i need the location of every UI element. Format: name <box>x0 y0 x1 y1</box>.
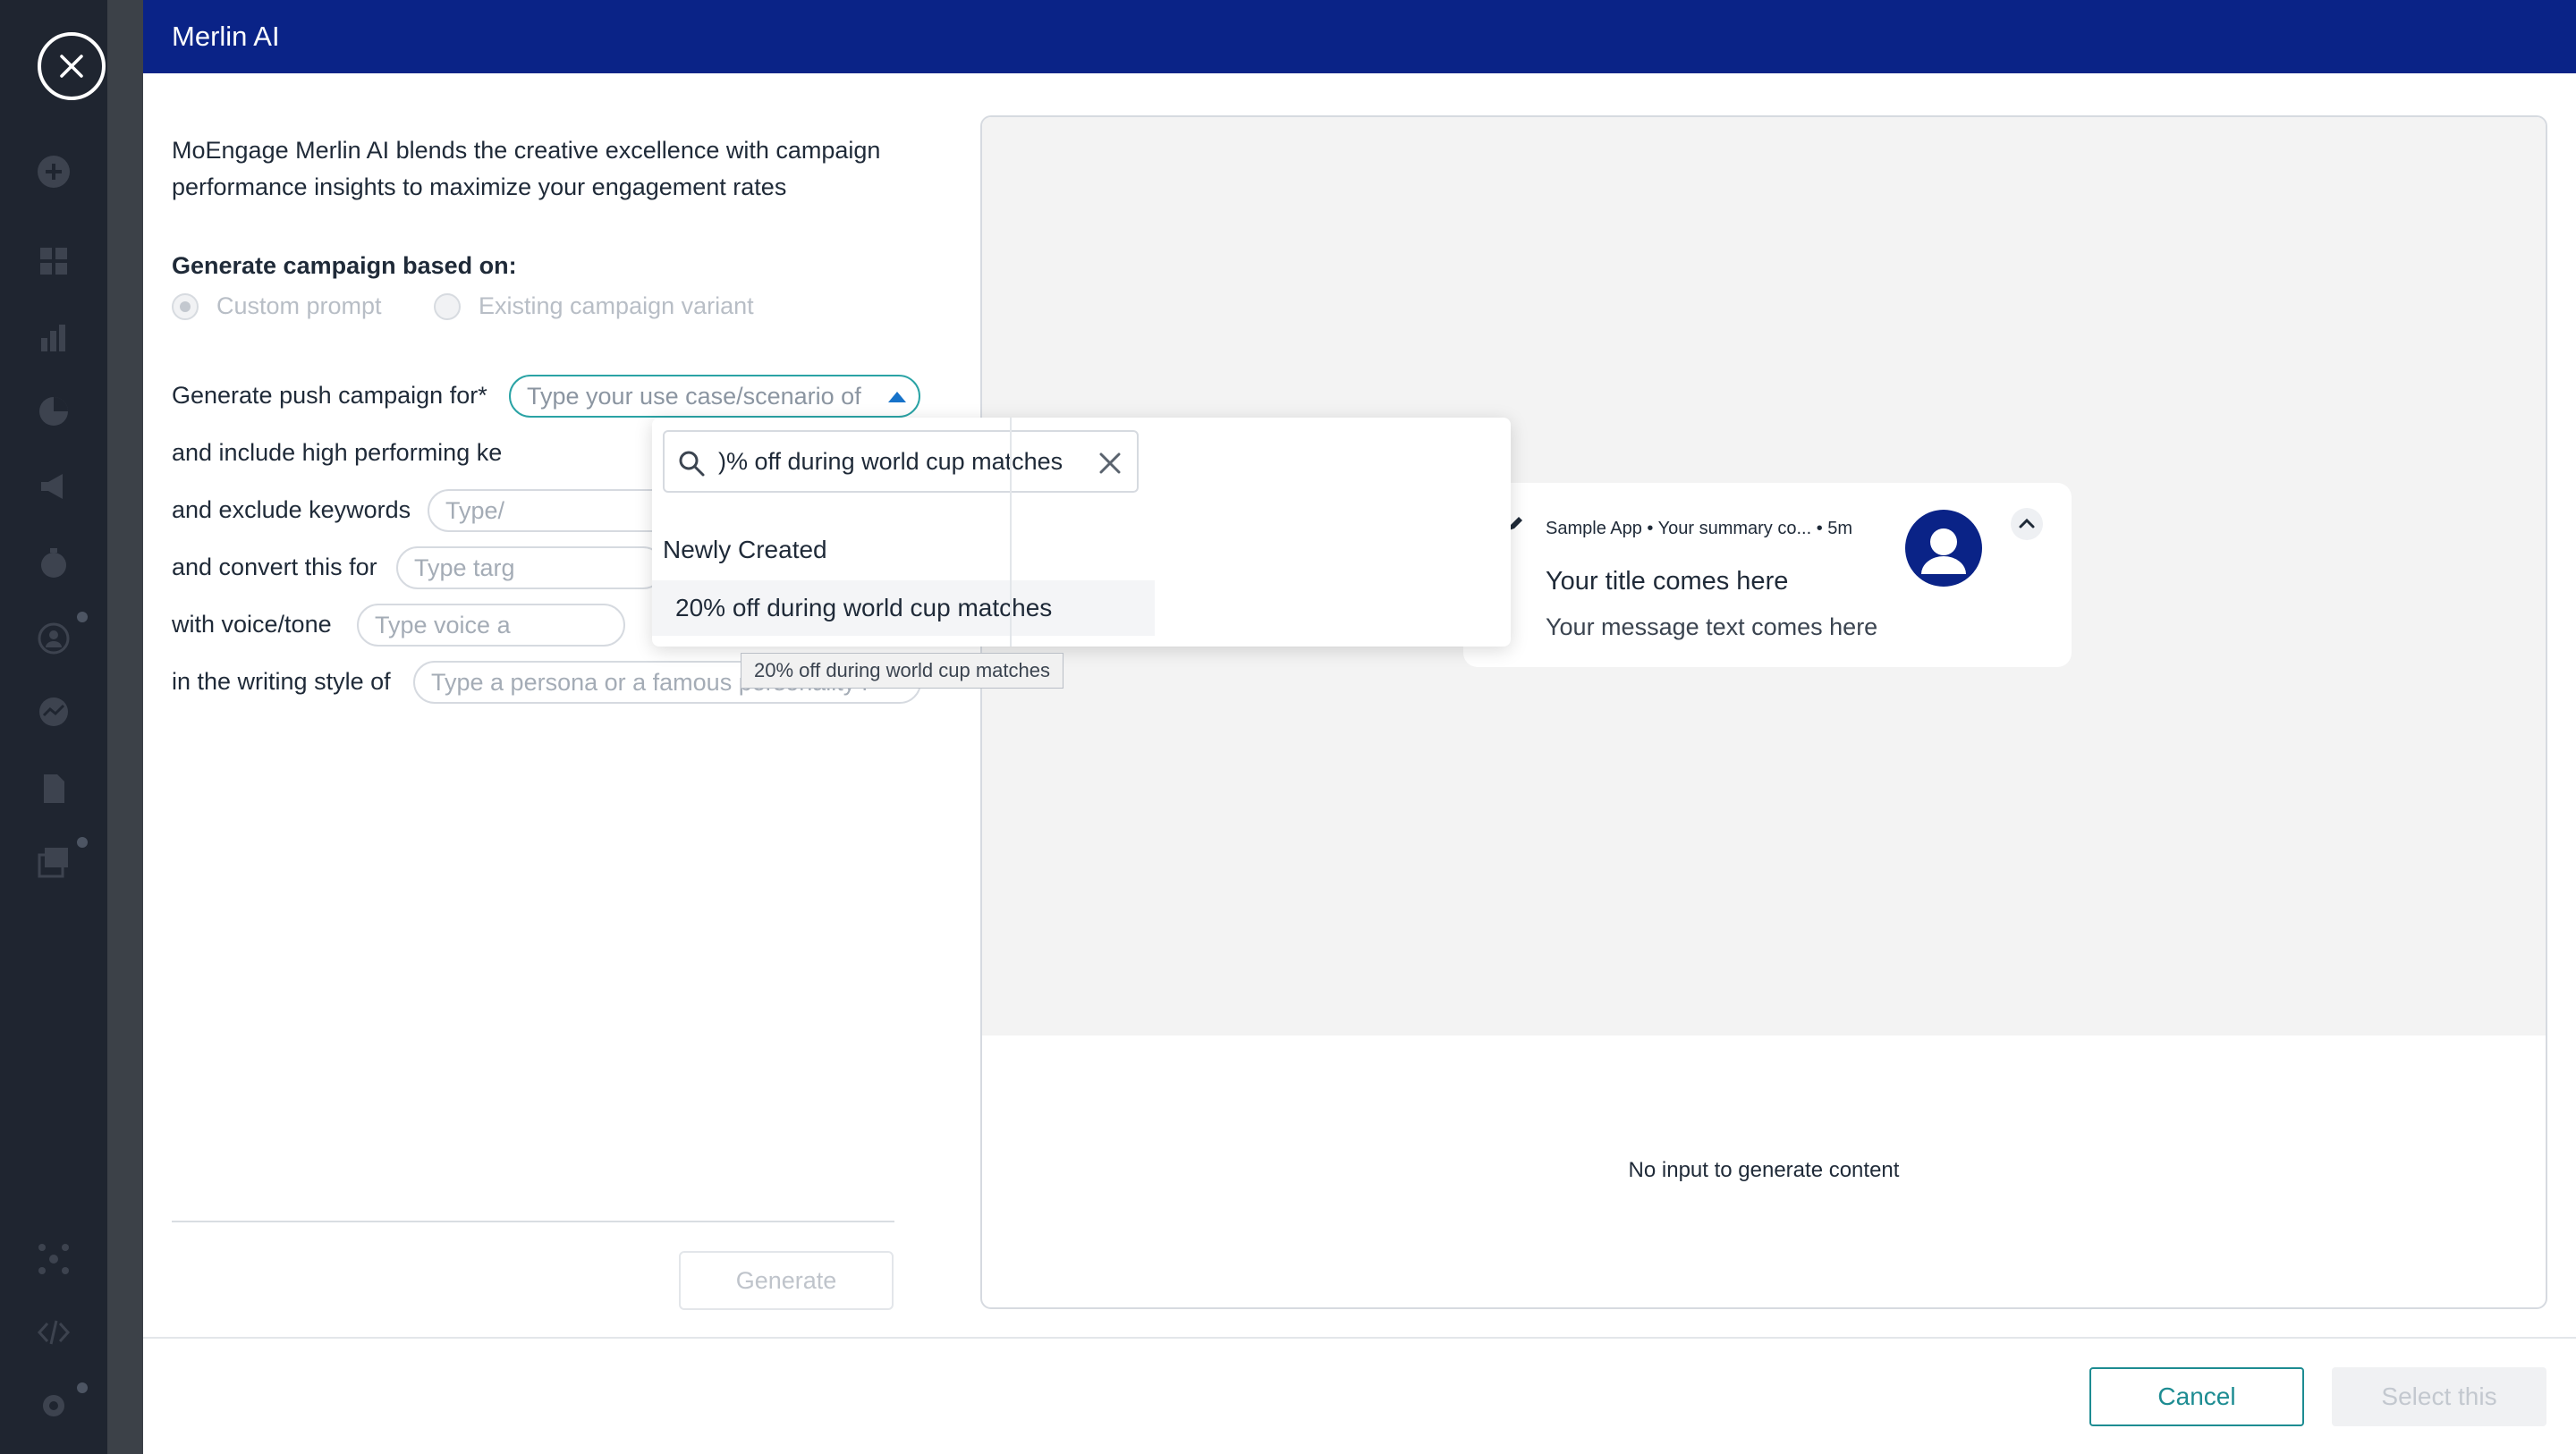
notification-dot <box>77 612 88 622</box>
use-case-placeholder: Type your use case/scenario of <box>527 383 861 410</box>
analytics-icon <box>36 694 72 730</box>
empty-state-text: No input to generate content <box>1628 1158 1900 1182</box>
document-icon <box>36 771 72 807</box>
push-notification-card: Sample App • Your summary co... • 5m You… <box>1463 483 2072 667</box>
merlin-ai-modal: Merlin AI MoEngage Merlin AI blends the … <box>143 0 2576 1454</box>
integrations-icon <box>36 1241 72 1277</box>
modal-title: Merlin AI <box>143 0 2576 73</box>
notification-dot <box>77 1382 88 1393</box>
screen: Merlin AI MoEngage Merlin AI blends the … <box>0 0 2576 1454</box>
notification-dot <box>77 837 88 848</box>
caret-up-icon <box>888 392 906 402</box>
dropdown-search-input[interactable]: )% off during world cup matches <box>663 430 1139 493</box>
dashboard-icon <box>36 243 72 279</box>
notification-message: Your message text comes here <box>1546 613 1878 640</box>
convert-for-label: and convert this for <box>172 554 377 580</box>
voice-tone-label: with voice/tone <box>172 611 332 638</box>
use-case-label: Generate push campaign for* <box>172 382 487 409</box>
gallery-icon <box>36 844 72 880</box>
settings-icon <box>36 1388 72 1424</box>
add-icon <box>36 154 72 190</box>
divider <box>172 1221 894 1222</box>
modal-description: MoEngage Merlin AI blends the creative e… <box>172 137 881 200</box>
exclude-keywords-placeholder: Type/ <box>445 497 505 524</box>
close-icon <box>60 55 83 78</box>
footer-divider <box>143 1337 2576 1339</box>
keywords-exclude-label: and exclude keywords <box>172 496 411 523</box>
radio-existing-campaign-variant[interactable]: Existing campaign variant <box>434 292 754 320</box>
user-icon <box>36 621 72 656</box>
search-icon <box>679 451 705 477</box>
notification-meta: Sample App • Your summary co... • 5m <box>1546 519 1853 538</box>
radio-button[interactable] <box>434 292 461 320</box>
notification-title: Your title comes here <box>1546 567 1789 596</box>
background-content <box>107 0 143 1454</box>
close-modal-button[interactable] <box>38 32 106 100</box>
section-newly-created: Newly Created <box>663 536 827 563</box>
pie-chart-icon <box>36 393 72 429</box>
dropdown-panel-divider <box>1010 418 1012 647</box>
chevron-up-icon <box>2019 518 2035 528</box>
radio-label: Custom prompt <box>216 292 382 319</box>
generate-button[interactable]: Generate <box>679 1251 894 1310</box>
radio-custom-prompt[interactable]: Custom prompt <box>172 292 382 320</box>
voice-tone-placeholder: Type voice a <box>375 612 511 638</box>
writing-style-label: in the writing style of <box>172 668 391 695</box>
collapse-button[interactable] <box>2011 508 2043 540</box>
radio-button[interactable] <box>172 292 199 320</box>
target-audience-placeholder: Type targ <box>414 554 515 581</box>
preview-panel: No input to generate content <box>980 115 2547 1309</box>
select-this-button[interactable]: Select this <box>2332 1367 2546 1426</box>
background-sidebar <box>0 0 107 1454</box>
use-case-dropdown[interactable]: Type your use case/scenario of <box>509 375 920 418</box>
keywords-include-label: and include high performing ke <box>172 439 503 466</box>
avatar-icon <box>1905 510 1982 587</box>
bar-chart-icon <box>36 320 72 356</box>
dropdown-option[interactable]: 20% off during world cup matches <box>652 580 1155 636</box>
clear-icon[interactable] <box>1096 449 1124 478</box>
generate-based-on-label: Generate campaign based on: <box>172 252 517 279</box>
timer-icon <box>36 545 72 581</box>
code-icon <box>36 1315 72 1350</box>
radio-label: Existing campaign variant <box>479 292 754 319</box>
megaphone-icon <box>36 469 72 504</box>
voice-tone-input[interactable]: Type voice a <box>357 604 625 647</box>
use-case-dropdown-menu: )% off during world cup matches Newly Cr… <box>652 418 1511 647</box>
cancel-button[interactable]: Cancel <box>2089 1367 2304 1426</box>
target-audience-input[interactable]: Type targ <box>396 546 665 589</box>
option-tooltip: 20% off during world cup matches <box>741 653 1063 689</box>
